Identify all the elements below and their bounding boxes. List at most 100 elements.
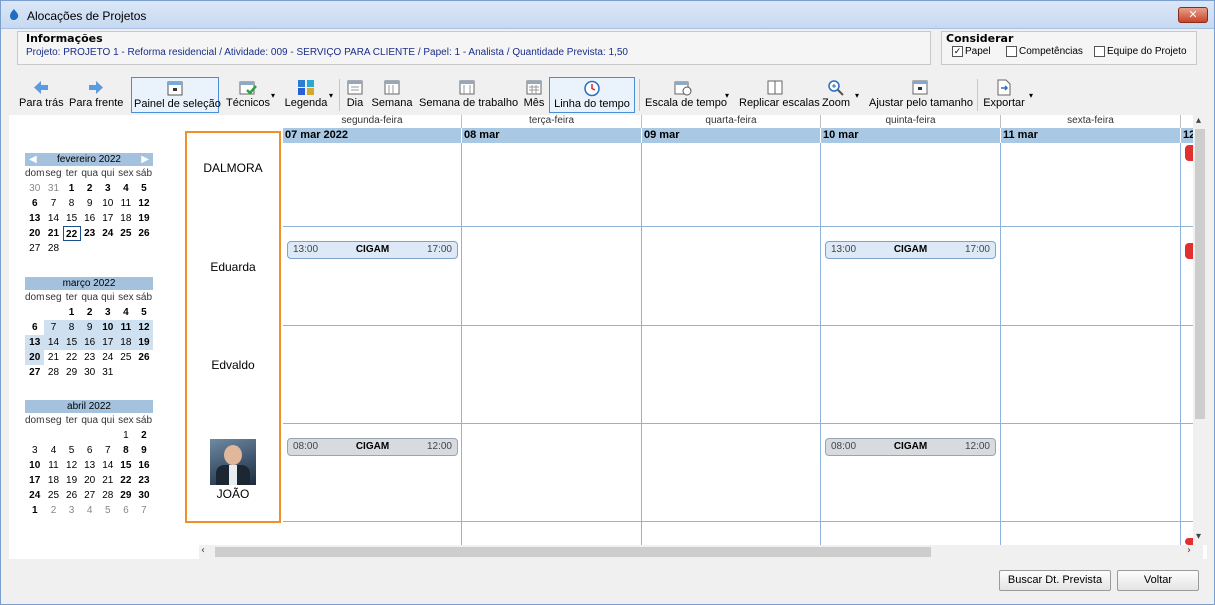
calendar-day[interactable]: 22 — [117, 473, 135, 488]
calendar-day[interactable]: 25 — [117, 226, 135, 241]
calendar-day[interactable]: 27 — [25, 241, 44, 256]
calendar-day[interactable]: 9 — [81, 196, 99, 211]
back-button[interactable]: Para trás — [17, 77, 65, 113]
calendar-day[interactable]: 18 — [44, 473, 62, 488]
calendar-day[interactable]: 25 — [44, 488, 62, 503]
appointment[interactable]: 08:00 CIGAM 12:00 — [825, 438, 996, 456]
calendar-day[interactable]: 7 — [135, 503, 153, 518]
calendar-day[interactable]: 21 — [44, 350, 62, 365]
calendar-day[interactable]: 22 — [62, 226, 81, 241]
legend-button[interactable]: Legenda — [281, 77, 331, 113]
mini-calendar-february[interactable]: ◀ fevereiro 2022 ▶ dom seg ter qua qui sex sáb… — [25, 153, 153, 256]
resource-name[interactable]: DALMORA — [187, 161, 279, 175]
legend-dropdown-icon[interactable]: ▾ — [329, 91, 333, 100]
calendar-day[interactable]: 24 — [99, 226, 117, 241]
calendar-day[interactable]: 24 — [25, 488, 44, 503]
calendar-day[interactable]: 28 — [44, 365, 62, 380]
calendar-day[interactable]: 10 — [99, 196, 117, 211]
checkbox-box[interactable]: ✓ — [952, 46, 963, 57]
timeline-view-button[interactable]: Linha do tempo — [549, 77, 635, 113]
vertical-scrollbar[interactable]: ▴ ▾ — [1193, 115, 1207, 545]
calendar-day[interactable]: 7 — [44, 196, 62, 211]
calendar-day[interactable]: 31 — [99, 365, 117, 380]
calendar-day[interactable]: 5 — [99, 503, 117, 518]
calendar-day[interactable]: 5 — [63, 443, 81, 458]
appointment[interactable]: 13:00 CIGAM 17:00 — [287, 241, 458, 259]
calendar-day[interactable]: 20 — [81, 473, 99, 488]
calendar-day[interactable]: 1 — [117, 428, 135, 443]
calendar-day[interactable]: 7 — [44, 320, 63, 335]
calendar-day[interactable]: 3 — [99, 305, 117, 320]
calendar-day[interactable]: 20 — [25, 350, 45, 365]
calendar-day[interactable]: 27 — [81, 488, 99, 503]
checkbox-box[interactable] — [1094, 46, 1105, 57]
calendar-day[interactable]: 6 — [81, 443, 99, 458]
close-button[interactable]: ✕ — [1178, 7, 1208, 23]
calendar-day[interactable]: 30 — [25, 181, 44, 196]
calendar-day[interactable]: 26 — [63, 488, 81, 503]
calendar-day[interactable]: 15 — [117, 458, 135, 473]
scroll-right-icon[interactable]: › — [1187, 545, 1191, 556]
calendar-day[interactable]: 12 — [134, 320, 153, 335]
calendar-day[interactable]: 18 — [116, 335, 135, 350]
calendar-day[interactable]: 3 — [25, 443, 44, 458]
resource-name[interactable]: JOÃO — [187, 487, 279, 501]
fit-size-button[interactable]: Ajustar pelo tamanho — [867, 77, 973, 113]
calendar-day[interactable]: 2 — [81, 305, 99, 320]
appointment[interactable]: 13:00 CIGAM 17:00 — [825, 241, 996, 259]
scrollbar-thumb[interactable] — [1195, 129, 1205, 419]
calendar-day[interactable]: 7 — [99, 443, 117, 458]
calendar-day[interactable]: 5 — [135, 181, 153, 196]
calendar-day[interactable]: 8 — [63, 196, 81, 211]
calendar-day[interactable]: 6 — [117, 503, 135, 518]
mini-calendar-march[interactable]: março 2022 dom seg ter qua qui sex sáb 1 2 3 4 5 6 7 8… — [25, 277, 153, 380]
replicate-scales-button[interactable]: Replicar escalas — [737, 77, 820, 113]
selection-panel-button[interactable]: Painel de seleção — [131, 77, 221, 113]
calendar-day[interactable]: 20 — [25, 226, 44, 241]
calendar-day[interactable]: 23 — [135, 473, 153, 488]
calendar-day[interactable]: 14 — [99, 458, 117, 473]
calendar-day[interactable]: 6 — [25, 196, 44, 211]
calendar-day[interactable]: 4 — [44, 443, 62, 458]
calendar-day[interactable]: 2 — [135, 428, 153, 443]
calendar-day[interactable]: 21 — [99, 473, 117, 488]
scrollbar-thumb[interactable] — [215, 547, 931, 557]
appointment[interactable]: 08:00 CIGAM 12:00 — [287, 438, 458, 456]
calendar-day[interactable]: 29 — [117, 488, 135, 503]
calendar-day[interactable]: 4 — [117, 305, 135, 320]
calendar-day[interactable]: 8 — [117, 443, 135, 458]
calendar-day[interactable]: 9 — [80, 320, 99, 335]
calendar-day[interactable]: 13 — [25, 335, 45, 350]
calendar-day[interactable]: 3 — [63, 503, 81, 518]
calendar-day[interactable]: 11 — [117, 196, 135, 211]
calendar-day[interactable]: 22 — [63, 350, 81, 365]
calendar-day[interactable]: 28 — [99, 488, 117, 503]
calendar-day[interactable]: 19 — [63, 473, 81, 488]
checkbox-equipe[interactable]: Equipe do Projeto — [1094, 46, 1187, 57]
calendar-day[interactable]: 8 — [62, 320, 81, 335]
calendar-day[interactable]: 24 — [99, 350, 117, 365]
search-date-button[interactable]: Buscar Dt. Prevista — [999, 570, 1111, 591]
calendar-day[interactable]: 16 — [135, 458, 153, 473]
calendar-day[interactable]: 16 — [80, 335, 99, 350]
next-month-icon[interactable]: ▶ — [141, 153, 149, 166]
checkbox-papel[interactable]: ✓ Papel — [952, 46, 991, 57]
calendar-day[interactable]: 19 — [135, 211, 153, 226]
calendar-day[interactable]: 1 — [25, 503, 44, 518]
calendar-day[interactable]: 3 — [99, 181, 117, 196]
forward-button[interactable]: Para frente — [67, 77, 125, 113]
timeline-grid[interactable]: segunda-feira terça-feira quarta-feira q… — [283, 115, 1203, 545]
calendar-day[interactable]: 9 — [135, 443, 153, 458]
calendar-day[interactable]: 2 — [81, 181, 99, 196]
calendar-day[interactable]: 12 — [135, 196, 153, 211]
calendar-day[interactable]: 2 — [44, 503, 62, 518]
zoom-button[interactable]: Zoom — [819, 77, 853, 113]
checkbox-competencias[interactable]: Competências — [1006, 46, 1083, 57]
calendar-day[interactable]: 15 — [62, 335, 81, 350]
prev-month-icon[interactable]: ◀ — [29, 153, 37, 166]
calendar-day[interactable]: 15 — [63, 211, 81, 226]
export-button[interactable]: Exportar — [981, 77, 1027, 113]
calendar-day[interactable]: 11 — [44, 458, 62, 473]
zoom-dropdown-icon[interactable]: ▾ — [855, 91, 859, 100]
resource-name[interactable]: Edvaldo — [187, 358, 279, 372]
